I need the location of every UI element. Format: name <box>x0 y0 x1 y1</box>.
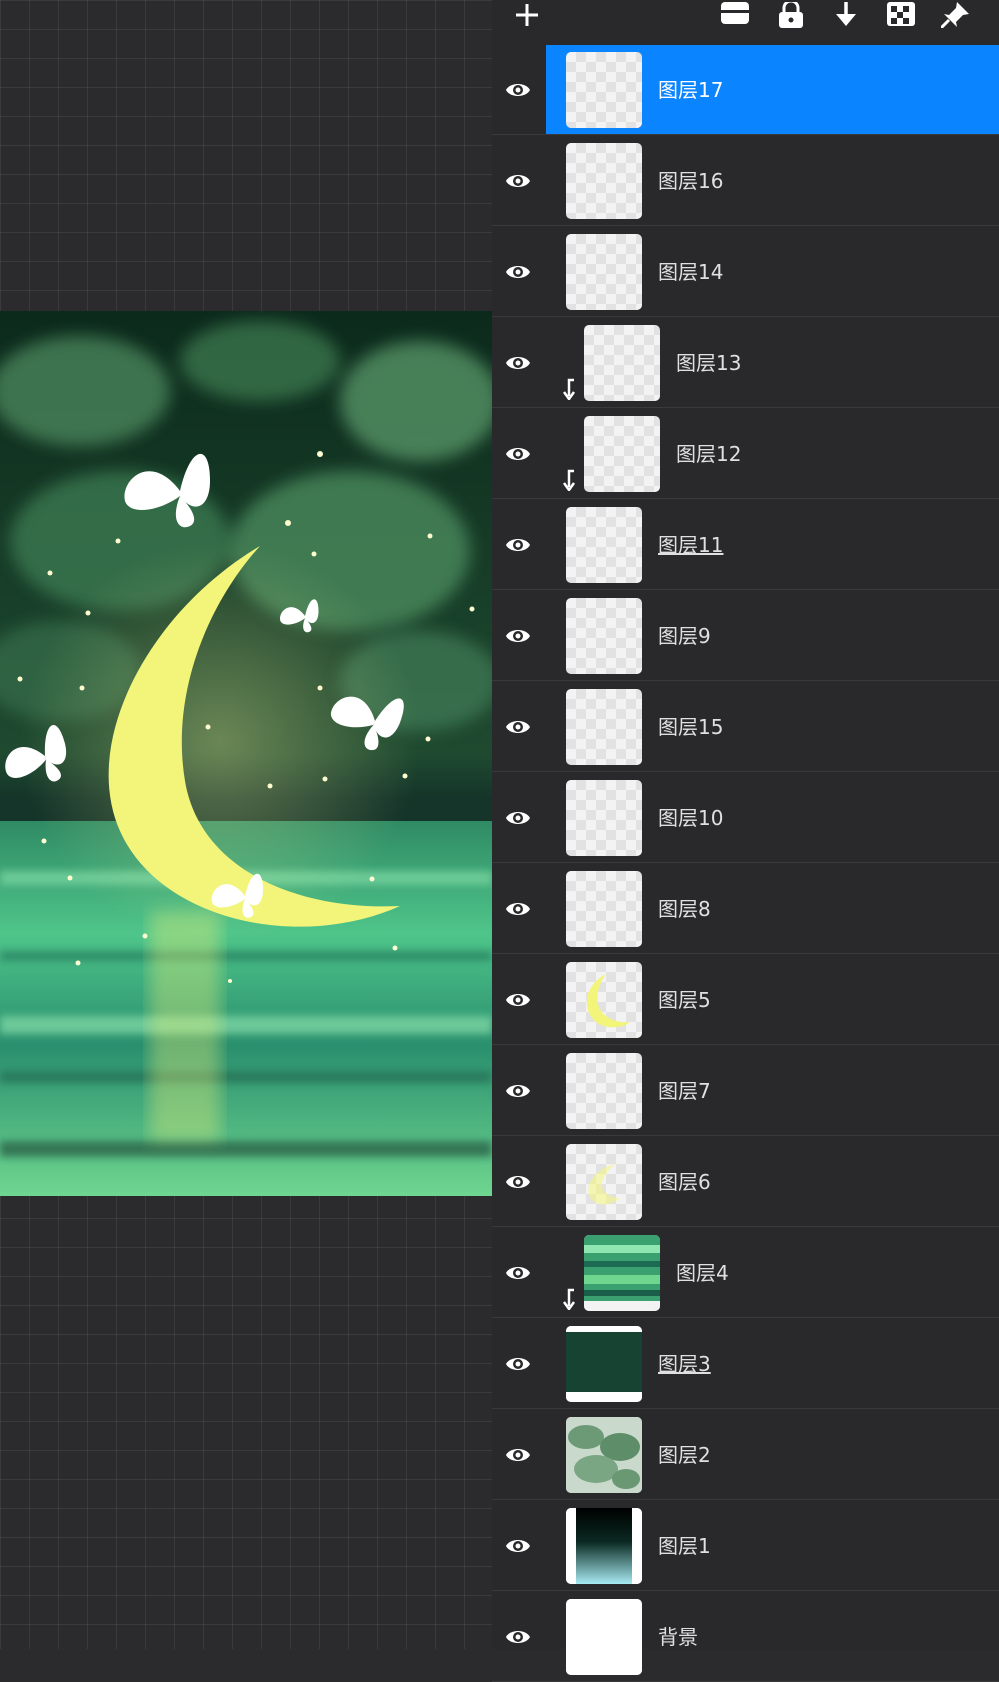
visibility-eye-icon[interactable] <box>504 1532 532 1560</box>
visibility-eye-icon[interactable] <box>504 1441 532 1469</box>
layer-thumbnail[interactable] <box>566 1326 642 1402</box>
visibility-eye-icon[interactable] <box>504 1077 532 1105</box>
layer-name[interactable]: 图层1 <box>658 1532 711 1560</box>
layer-thumbnail[interactable] <box>566 689 642 765</box>
add-icon[interactable] <box>510 0 544 30</box>
visibility-eye-icon[interactable] <box>504 349 532 377</box>
visibility-eye-icon[interactable] <box>504 986 532 1014</box>
layer-thumbnail[interactable] <box>584 1235 660 1311</box>
clipping-mask-arrow-icon <box>562 469 576 493</box>
layers-panel: 图层17 图层16 图层14 图层13 图层12 图层11 图层9 图层15 图层10 图层8 图层… <box>492 0 999 1682</box>
visibility-eye-icon[interactable] <box>504 804 532 832</box>
layer-row[interactable]: 图层7 <box>492 1046 999 1136</box>
transparency-icon[interactable] <box>884 0 918 30</box>
visibility-eye-icon[interactable] <box>504 440 532 468</box>
layer-name[interactable]: 图层3 <box>658 1350 711 1378</box>
layer-row[interactable]: 图层11 <box>492 500 999 590</box>
layer-thumbnail[interactable] <box>566 871 642 947</box>
visibility-eye-icon[interactable] <box>504 1259 532 1287</box>
layer-name[interactable]: 图层17 <box>658 76 723 104</box>
layer-thumbnail[interactable] <box>566 1417 642 1493</box>
layer-row[interactable]: 图层8 <box>492 864 999 954</box>
layer-row[interactable]: 图层12 <box>492 409 999 499</box>
visibility-eye-icon[interactable] <box>504 622 532 650</box>
layer-thumbnail[interactable] <box>566 1053 642 1129</box>
layer-name[interactable]: 图层2 <box>658 1441 711 1469</box>
layer-thumbnail[interactable] <box>566 234 642 310</box>
layer-row[interactable]: 图层4 <box>492 1228 999 1318</box>
visibility-eye-icon[interactable] <box>504 76 532 104</box>
layer-thumbnail[interactable] <box>566 780 642 856</box>
layer-name[interactable]: 图层8 <box>658 895 711 923</box>
layer-name[interactable]: 图层5 <box>658 986 711 1014</box>
layer-thumbnail[interactable] <box>566 1508 642 1584</box>
lock-icon[interactable] <box>774 0 808 30</box>
layer-name[interactable]: 图层4 <box>676 1259 729 1287</box>
layer-row[interactable]: 图层5 <box>492 955 999 1045</box>
layer-name[interactable]: 图层6 <box>658 1168 711 1196</box>
canvas-area[interactable] <box>0 0 492 1649</box>
visibility-eye-icon[interactable] <box>504 1168 532 1196</box>
layer-thumbnail[interactable] <box>566 598 642 674</box>
layer-name[interactable]: 背景 <box>658 1623 698 1651</box>
layer-thumbnail[interactable] <box>584 416 660 492</box>
visibility-eye-icon[interactable] <box>504 1623 532 1651</box>
layer-thumbnail[interactable] <box>566 962 642 1038</box>
layer-thumbnail[interactable] <box>566 52 642 128</box>
layer-row[interactable]: 图层1 <box>492 1501 999 1591</box>
layer-row[interactable]: 图层17 <box>492 45 999 135</box>
layer-name[interactable]: 图层16 <box>658 167 723 195</box>
layer-name[interactable]: 图层15 <box>658 713 723 741</box>
layer-thumbnail[interactable] <box>566 1599 642 1675</box>
clipping-mask-arrow-icon <box>562 378 576 402</box>
layer-name[interactable]: 图层14 <box>658 258 723 286</box>
layer-thumbnail[interactable] <box>566 507 642 583</box>
visibility-eye-icon[interactable] <box>504 895 532 923</box>
layer-name[interactable]: 图层9 <box>658 622 711 650</box>
artwork-canvas[interactable] <box>0 311 492 1196</box>
clipping-mask-arrow-icon <box>562 1288 576 1312</box>
visibility-eye-icon[interactable] <box>504 1350 532 1378</box>
layer-name[interactable]: 图层10 <box>658 804 723 832</box>
visibility-eye-icon[interactable] <box>504 713 532 741</box>
layer-row[interactable]: 图层3 <box>492 1319 999 1409</box>
layer-row[interactable]: 图层15 <box>492 682 999 772</box>
layer-name[interactable]: 图层13 <box>676 349 741 377</box>
layers-toolbar <box>492 0 999 44</box>
visibility-eye-icon[interactable] <box>504 167 532 195</box>
layer-row[interactable]: 图层14 <box>492 227 999 317</box>
layer-row[interactable]: 图层2 <box>492 1410 999 1500</box>
layer-row[interactable]: 图层6 <box>492 1137 999 1227</box>
layer-thumbnail[interactable] <box>566 143 642 219</box>
layer-name[interactable]: 图层7 <box>658 1077 711 1105</box>
visibility-eye-icon[interactable] <box>504 531 532 559</box>
layer-row[interactable]: 背景 <box>492 1592 999 1682</box>
layer-name[interactable]: 图层12 <box>676 440 741 468</box>
visibility-eye-icon[interactable] <box>504 258 532 286</box>
layer-row[interactable]: 图层9 <box>492 591 999 681</box>
layer-thumbnail[interactable] <box>584 325 660 401</box>
layer-name[interactable]: 图层11 <box>658 531 723 559</box>
move-down-icon[interactable] <box>829 0 863 30</box>
layer-row[interactable]: 图层13 <box>492 318 999 408</box>
pin-icon[interactable] <box>938 0 972 30</box>
layer-row[interactable]: 图层10 <box>492 773 999 863</box>
merge-icon[interactable] <box>718 0 752 30</box>
layer-row[interactable]: 图层16 <box>492 136 999 226</box>
layer-thumbnail[interactable] <box>566 1144 642 1220</box>
